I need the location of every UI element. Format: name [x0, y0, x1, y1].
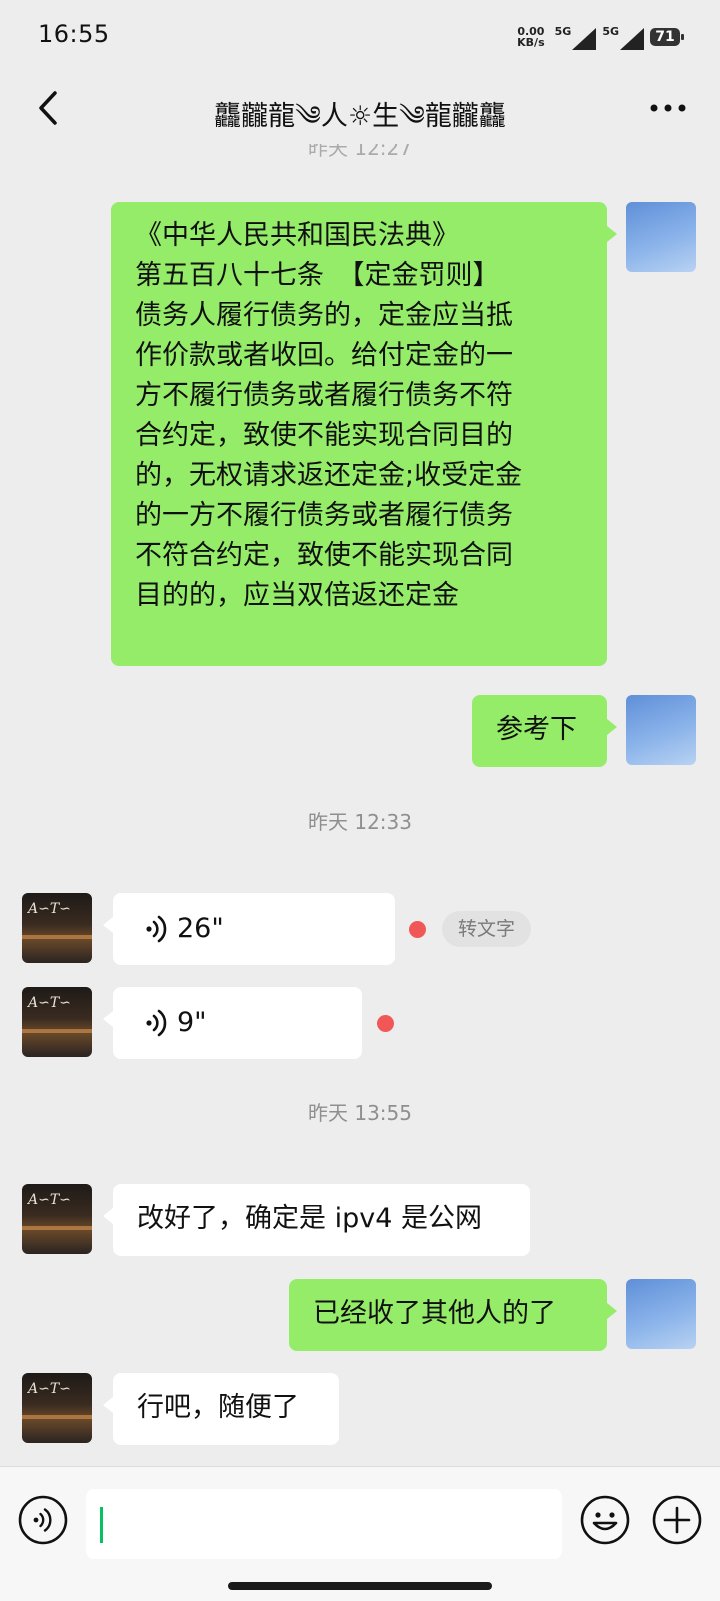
message-line: 第五百八十七条 【定金罚则】 — [135, 260, 500, 291]
voice-message[interactable]: 9" — [103, 987, 362, 1059]
message-line: 不符合约定，致使不能实现合同 — [135, 540, 513, 571]
voice-wave-icon — [146, 1009, 167, 1037]
signal-strength-icon — [620, 27, 644, 50]
unread-dot — [409, 921, 426, 938]
message-bubble-self[interactable]: 已经收了其他人的了 — [289, 1279, 617, 1351]
message-line: 目的的，应当双倍返还定金 — [135, 580, 459, 611]
emoji-icon — [580, 1495, 630, 1545]
home-indicator[interactable] — [228, 1582, 492, 1590]
signal-1: 5G — [555, 25, 597, 50]
message-bubble-contact[interactable]: 行吧，随便了 — [103, 1373, 339, 1445]
message-text: 改好了，确定是 ipv4 是公网 — [137, 1203, 482, 1234]
signal-2: 5G — [602, 25, 644, 50]
timestamp: 昨天 12:33 — [308, 810, 412, 834]
avatar-self[interactable] — [626, 695, 696, 765]
back-arrow-icon — [39, 91, 57, 125]
voice-input-icon — [18, 1495, 68, 1545]
status-indicators: 0.00 KB/s 5G 5G 71 — [517, 22, 684, 52]
network-speed: 0.00 KB/s — [517, 26, 544, 48]
timestamp: 昨天 13:55 — [308, 1101, 412, 1125]
more-functions-button[interactable] — [652, 1495, 702, 1545]
avatar-self[interactable] — [626, 202, 696, 272]
timestamp: 昨天 12:27 — [308, 144, 412, 160]
voice-duration: 26" — [177, 913, 224, 944]
signal-strength-icon — [572, 27, 597, 50]
message-line: 的，无权请求返还定金;收受定金 — [135, 460, 523, 491]
voice-duration: 9" — [177, 1007, 207, 1038]
message-text: 已经收了其他人的了 — [313, 1298, 556, 1329]
plus-icon — [652, 1495, 702, 1545]
status-bar: 16:55 0.00 KB/s 5G 5G 71 — [0, 0, 720, 72]
battery-indicator: 71 — [650, 28, 684, 46]
avatar-art: A∽T∽ — [28, 995, 71, 1011]
convert-to-text-button[interactable]: 转文字 — [442, 911, 532, 947]
message-bubble-self[interactable]: 《中华人民共和国民法典》 第五百八十七条 【定金罚则】 债务人履行债务的，定金应… — [111, 202, 617, 666]
avatar-self[interactable] — [626, 1279, 696, 1349]
avatar-art: A∽T∽ — [28, 1381, 71, 1397]
avatar-contact[interactable]: A∽T∽ — [22, 1184, 92, 1254]
message-line: 作价款或者收回。给付定金的一 — [135, 340, 513, 371]
voice-input-button[interactable] — [18, 1495, 68, 1545]
chat-area[interactable]: 昨天 12:27 《中华人民共和国民法典》 第五百八十七条 【定金罚则】 债务人… — [0, 144, 720, 1466]
message-text: 行吧，随便了 — [137, 1392, 299, 1423]
back-button[interactable] — [24, 84, 72, 132]
input-bar — [0, 1466, 720, 1601]
message-bubble-contact[interactable]: 改好了，确定是 ipv4 是公网 — [103, 1184, 530, 1256]
more-button[interactable] — [640, 84, 696, 132]
text-caret — [100, 1507, 103, 1543]
voice-message[interactable]: 26" — [103, 893, 395, 965]
message-line: 债务人履行债务的，定金应当抵 — [135, 300, 513, 331]
voice-wave-icon — [146, 915, 167, 943]
message-line: 合约定，致使不能实现合同目的 — [135, 420, 513, 451]
avatar-contact[interactable]: A∽T∽ — [22, 1373, 92, 1443]
message-bubble-self[interactable]: 参考下 — [472, 695, 617, 767]
message-line: 《中华人民共和国民法典》 — [135, 220, 459, 251]
avatar-art: A∽T∽ — [28, 1192, 71, 1208]
avatar-contact[interactable]: A∽T∽ — [22, 987, 92, 1057]
avatar-decoration — [22, 1029, 92, 1033]
more-icon — [650, 104, 686, 112]
avatar-contact[interactable]: A∽T∽ — [22, 893, 92, 963]
unread-dot — [377, 1015, 394, 1032]
avatar-decoration — [22, 1226, 92, 1230]
avatar-art: A∽T∽ — [28, 901, 71, 917]
status-time: 16:55 — [38, 20, 110, 48]
signal-1-label: 5G — [554, 24, 572, 38]
chat-header: 龘龖龍༄人☼生༄龍龖龘 — [0, 72, 720, 144]
message-text: 参考下 — [496, 714, 577, 745]
avatar-decoration — [22, 1415, 92, 1419]
avatar-decoration — [22, 935, 92, 939]
emoji-button[interactable] — [580, 1495, 630, 1545]
message-input[interactable] — [86, 1489, 562, 1559]
network-speed-unit: KB/s — [517, 36, 545, 49]
message-line: 的一方不履行债务或者履行债务 — [135, 500, 513, 531]
message-line: 方不履行债务或者履行债务不符 — [135, 380, 513, 411]
signal-2-label: 5G — [602, 24, 619, 38]
